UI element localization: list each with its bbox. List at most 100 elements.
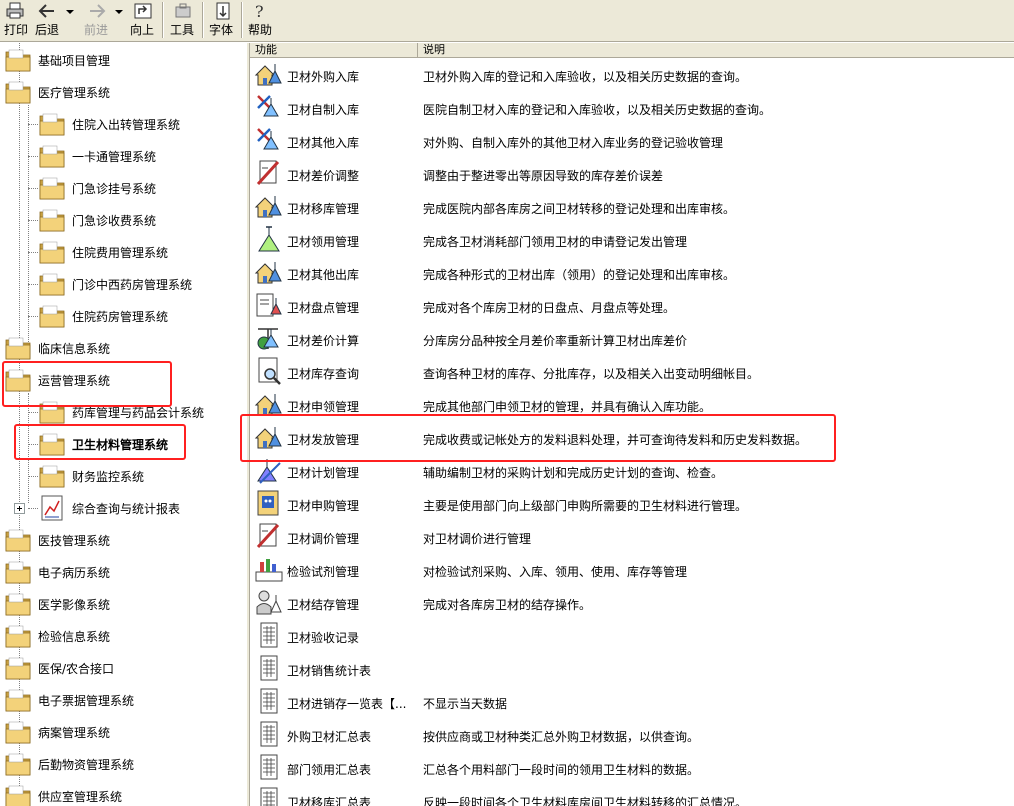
tree-item-outpatient-pharmacy[interactable]: 门诊中西药房管理系统 xyxy=(28,268,246,300)
tree-item-outpatient-registration[interactable]: 门急诊挂号系统 xyxy=(28,172,246,204)
forward-button[interactable]: 前进 xyxy=(80,0,114,40)
list-row-application-mgmt[interactable]: 卫材申领管理 完成其他部门申领卫材的管理，并具有确认入库功能。 xyxy=(250,388,1014,421)
tree-item-query-reports[interactable]: 综合查询与统计报表 xyxy=(14,492,246,524)
tree-item-label: 门急诊挂号系统 xyxy=(72,182,157,196)
tree-item-drug-warehouse[interactable]: 药库管理与药品会计系统 xyxy=(28,396,246,428)
tree-connector xyxy=(28,156,38,157)
list-row-price-diff-adjust[interactable]: 卫材差价调整 调整由于整进零出等原因导致的库存差价误差 xyxy=(250,157,1014,190)
tree-item-medical-records[interactable]: 病案管理系统 xyxy=(4,716,246,748)
tree-item-label: 一卡通管理系统 xyxy=(72,150,157,164)
list-row-requisition-mgmt[interactable]: 卫材领用管理 完成各卫材消耗部门领用卫材的申请登记发出管理 xyxy=(250,223,1014,256)
tree-item-lab-info[interactable]: 检验信息系统 xyxy=(4,620,246,652)
row-description: 卫材外购入库的登记和入库验收，以及相关历史数据的查询。 xyxy=(423,70,748,84)
list-row-acceptance-record[interactable]: 卫材验收记录 xyxy=(250,619,1014,652)
column-header-description[interactable]: 说明 xyxy=(418,43,1014,58)
forward-dropdown-icon[interactable] xyxy=(115,10,123,14)
tree-item-label: 医学影像系统 xyxy=(38,598,111,612)
tools-label: 工具 xyxy=(170,23,195,37)
toolbar-separator xyxy=(202,2,204,38)
list-row-price-adjust[interactable]: 卫材调价管理 对卫材调价进行管理 xyxy=(250,520,1014,553)
tree-item-basic-items[interactable]: 基础项目管理 xyxy=(4,44,246,76)
list-row-plan-mgmt[interactable]: 卫材计划管理 辅助编制卫材的采购计划和完成历史计划的查询、检查。 xyxy=(250,454,1014,487)
tree-item-logistics[interactable]: 后勤物资管理系统 xyxy=(4,748,246,780)
tree-item-supply-room[interactable]: 供应室管理系统 xyxy=(4,780,246,806)
row-function-name: 部门领用汇总表 xyxy=(287,763,372,777)
tree-item-label: 药库管理与药品会计系统 xyxy=(72,406,205,420)
up-button[interactable]: 向上 xyxy=(128,0,158,40)
list-row-purchase-inbound[interactable]: 卫材外购入库 卫材外购入库的登记和入库验收，以及相关历史数据的查询。 xyxy=(250,58,1014,91)
list-row-transfer-mgmt[interactable]: 卫材移库管理 完成医院内部各库房之间卫材转移的登记处理和出库审核。 xyxy=(250,190,1014,223)
list-row-other-outbound[interactable]: 卫材其他出库 完成各种形式的卫材出库（领用）的登记处理和出库审核。 xyxy=(250,256,1014,289)
toolbar-separator xyxy=(241,2,243,38)
list-row-transfer-summary[interactable]: 卫材移库汇总表 反映一段时间各个卫生材料库房间卫生材料转移的汇总情况。 xyxy=(250,784,1014,806)
back-dropdown-icon[interactable] xyxy=(66,10,74,14)
list-row-price-diff-calc[interactable]: 卫材差价计算 分库房分品种按全月差价率重新计算卫材出库差价 xyxy=(250,322,1014,355)
row-function-name: 卫材调价管理 xyxy=(287,532,360,546)
list-row-sales-stats[interactable]: 卫材销售统计表 xyxy=(250,652,1014,685)
list-row-purchase-summary[interactable]: 外购卫材汇总表 按供应商或卫材种类汇总外购卫材数据，以供查询。 xyxy=(250,718,1014,751)
tree-item-inpatient-billing[interactable]: 住院费用管理系统 xyxy=(28,236,246,268)
tools-button[interactable]: 工具 xyxy=(166,0,198,40)
tree-item-operations-mgmt[interactable]: 运营管理系统 xyxy=(4,364,246,396)
row-function-name: 卫材领用管理 xyxy=(287,235,360,249)
folder-icon xyxy=(38,463,66,489)
list-row-balance-mgmt[interactable]: 卫材结存管理 完成对各库房卫材的结存操作。 xyxy=(250,586,1014,619)
person-flask-icon xyxy=(254,587,284,617)
row-function-name: 卫材移库管理 xyxy=(287,202,360,216)
tree-item-emr[interactable]: 电子病历系统 xyxy=(4,556,246,588)
folder-icon xyxy=(38,431,66,457)
expand-plus-icon[interactable] xyxy=(14,503,25,514)
printer-icon xyxy=(6,2,24,19)
row-description: 对外购、自制入库外的其他卫材入库业务的登记验收管理 xyxy=(423,136,724,150)
tree-item-inpatient-pharmacy[interactable]: 住院药房管理系统 xyxy=(28,300,246,332)
tree-item-sanitary-materials[interactable]: 卫生材料管理系统 xyxy=(28,428,246,460)
folder-icon xyxy=(4,79,32,105)
folder-icon xyxy=(4,527,32,553)
tree-item-insurance-interface[interactable]: 医保/农合接口 xyxy=(4,652,246,684)
column-header-function[interactable]: 功能 xyxy=(250,43,418,58)
list-row-other-inbound[interactable]: 卫材其他入库 对外购、自制入库外的其他卫材入库业务的登记验收管理 xyxy=(250,124,1014,157)
help-button[interactable]: ? 帮助 xyxy=(245,0,275,40)
tree-connector xyxy=(28,316,38,317)
tree-item-inpatient-admission[interactable]: 住院入出转管理系统 xyxy=(28,108,246,140)
folder-icon xyxy=(38,271,66,297)
row-description: 医院自制卫材入库的登记和入库验收，以及相关历史数据的查询。 xyxy=(423,103,772,117)
tree-item-medical-mgmt[interactable]: 医疗管理系统 xyxy=(4,76,246,108)
font-label: 字体 xyxy=(209,23,234,37)
tree-item-label: 综合查询与统计报表 xyxy=(72,502,181,516)
tree-item-medical-imaging[interactable]: 医学影像系统 xyxy=(4,588,246,620)
tree-item-medical-tech[interactable]: 医技管理系统 xyxy=(4,524,246,556)
reagent-chart-icon xyxy=(254,554,284,584)
list-row-stock-query[interactable]: 卫材库存查询 查询各种卫材的库存、分批库存，以及相关入出变动明细帐目。 xyxy=(250,355,1014,388)
forward-label: 前进 xyxy=(84,23,109,37)
tree-item-outpatient-billing[interactable]: 门急诊收费系统 xyxy=(28,204,246,236)
pen-ruler-icon xyxy=(254,158,284,188)
list-row-reagent-mgmt[interactable]: 检验试剂管理 对检验试剂采购、入库、领用、使用、库存等管理 xyxy=(250,553,1014,586)
report-grid-icon xyxy=(254,752,284,782)
list-row-stock-summary[interactable]: 卫材进销存一览表【... 不显示当天数据 xyxy=(250,685,1014,718)
tree-item-clinical-info[interactable]: 临床信息系统 xyxy=(4,332,246,364)
tree-item-e-invoice[interactable]: 电子票据管理系统 xyxy=(4,684,246,716)
tree-item-label: 门诊中西药房管理系统 xyxy=(72,278,193,292)
list-row-dept-requisition-summary[interactable]: 部门领用汇总表 汇总各个用料部门一段时间的领用卫生材料的数据。 xyxy=(250,751,1014,784)
list-row-self-made-inbound[interactable]: 卫材自制入库 医院自制卫材入库的登记和入库验收，以及相关历史数据的查询。 xyxy=(250,91,1014,124)
row-description: 分库房分品种按全月差价率重新计算卫材出库差价 xyxy=(423,334,688,348)
list-row-inventory-count[interactable]: 卫材盘点管理 完成对各个库房卫材的日盘点、月盘点等处理。 xyxy=(250,289,1014,322)
tree-connector xyxy=(28,220,38,221)
tree-item-label: 医技管理系统 xyxy=(38,534,111,548)
tree-item-one-card[interactable]: 一卡通管理系统 xyxy=(28,140,246,172)
folder-icon xyxy=(4,559,32,585)
tree-item-finance-monitor[interactable]: 财务监控系统 xyxy=(28,460,246,492)
list-row-dispense-mgmt[interactable]: 卫材发放管理 完成收费或记帐处方的发料退料处理，并可查询待发料和历史发料数据。 xyxy=(250,421,1014,454)
font-button[interactable]: 字体 xyxy=(206,0,238,40)
back-button[interactable]: 后退 xyxy=(34,0,64,40)
print-button[interactable]: 打印 xyxy=(2,0,30,40)
tree-item-label: 检验信息系统 xyxy=(38,630,111,644)
folder-icon xyxy=(4,335,32,361)
house-flask-icon xyxy=(254,257,284,287)
folder-icon xyxy=(4,655,32,681)
row-function-name: 卫材其他入库 xyxy=(287,136,360,150)
pen-ruler-icon xyxy=(254,521,284,551)
face-document-icon xyxy=(254,488,284,518)
list-row-purchase-request[interactable]: 卫材申购管理 主要是使用部门向上级部门申购所需要的卫生材料进行管理。 xyxy=(250,487,1014,520)
